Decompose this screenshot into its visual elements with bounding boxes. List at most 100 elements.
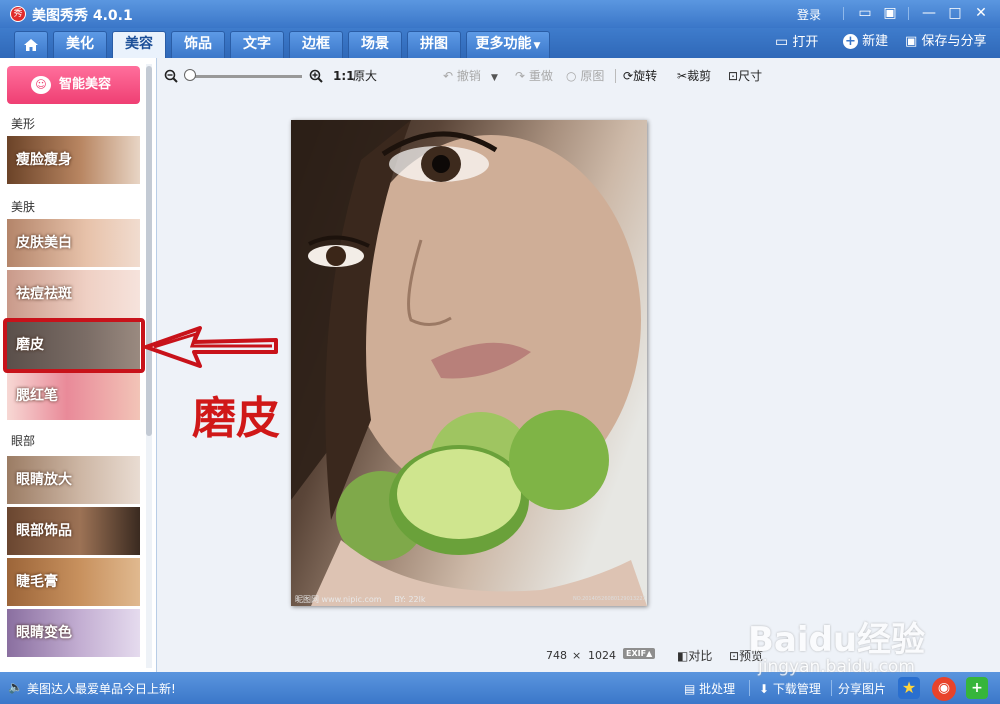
original-icon: ○ (566, 69, 577, 83)
tab-beauty[interactable]: 美容 (112, 31, 166, 58)
zoom-slider-track[interactable] (188, 75, 302, 78)
zoom-out-icon[interactable] (164, 69, 178, 86)
watermark-url: jingyan.baidu.com (758, 657, 915, 677)
undo-label: 撤销 (456, 69, 481, 83)
scrollbar-thumb[interactable] (146, 66, 152, 436)
tab-collage[interactable]: 拼图 (407, 31, 461, 58)
watermark-brand: Baidu经验 (748, 620, 926, 660)
maximize-icon[interactable]: □ (945, 4, 965, 22)
tool-skin-whitening[interactable]: 皮肤美白 (7, 219, 140, 267)
batch-label: 批处理 (699, 682, 736, 696)
original-size-button[interactable]: 原大 (353, 69, 377, 83)
rotate-icon: ⟳ (623, 69, 634, 83)
download-icon: ⬇ (759, 682, 770, 696)
news-marquee[interactable]: 美图达人最爱单品今日上新! (27, 680, 176, 697)
annotation-arrow (144, 326, 278, 368)
baidu-jingyan-watermark: Baidu经验 jingyan.baidu.com (748, 612, 925, 677)
save-disk-icon: ▣ (905, 34, 918, 49)
tab-more-features[interactable]: 更多功能 ▼ (466, 31, 550, 58)
highlight-box (3, 318, 145, 373)
plus-circle-icon: + (843, 34, 858, 49)
editing-canvas: 1:1 原大 ↶ 撤销 ▼ ↷ 重做 ○ 原图 ⟳旋转 ✂裁剪 ⊡尺寸 昵图网 … (157, 58, 1000, 672)
resize-button[interactable]: ⊡尺寸 (728, 69, 762, 83)
close-icon[interactable]: ✕ (971, 4, 991, 22)
share-image-label: 分享图片 (838, 682, 887, 696)
new-button[interactable]: + 新建 (843, 33, 888, 51)
main-tab-bar: 美化 美容 饰品 文字 边框 场景 拼图 更多功能 ▼ ▭ 打开 + 新建 ▣ 保… (0, 28, 1000, 58)
watermark-author: BY: 22lk (394, 595, 426, 604)
undo-icon: ↶ (443, 69, 454, 83)
divider (615, 69, 616, 83)
annotation-label: 磨皮 (192, 393, 280, 444)
scissors-icon: ✂ (677, 69, 688, 83)
size-label: 尺寸 (738, 69, 763, 83)
rotate-button[interactable]: ⟳旋转 (623, 69, 657, 83)
zoom-slider-knob[interactable] (184, 69, 196, 81)
original-label: 原图 (580, 69, 605, 83)
ratio-1-1-button[interactable]: 1:1 (333, 69, 355, 83)
rotate-label: 旋转 (633, 69, 658, 83)
tool-blush-pen[interactable]: 腮红笔 (7, 372, 140, 420)
image-width: 748 (546, 649, 567, 662)
undo-button[interactable]: ↶ 撤销 (443, 69, 481, 83)
divider (831, 680, 832, 696)
tab-scenes[interactable]: 场景 (348, 31, 402, 58)
tab-beautify[interactable]: 美化 (53, 31, 107, 58)
tab-more-label: 更多功能 (475, 36, 532, 52)
tab-home[interactable] (14, 31, 48, 58)
original-image-button[interactable]: ○ 原图 (566, 69, 604, 83)
redo-button[interactable]: ↷ 重做 (515, 69, 553, 83)
save-share-label: 保存与分享 (921, 34, 987, 49)
login-link[interactable]: 登录 (797, 6, 821, 23)
tool-slim-face[interactable]: 瘦脸瘦身 (7, 136, 140, 184)
watermark-site: 昵图网 www.nipic.com (295, 595, 382, 604)
compare-button[interactable]: ◧对比 (677, 647, 712, 664)
minimize-icon[interactable]: — (919, 4, 939, 22)
tool-eye-accessories[interactable]: 眼部饰品 (7, 507, 140, 555)
zoom-in-icon[interactable] (309, 69, 323, 86)
tool-mascara[interactable]: 睫毛膏 (7, 558, 140, 606)
home-icon (24, 39, 38, 51)
tab-accessories[interactable]: 饰品 (171, 31, 225, 58)
batch-process-button[interactable]: ▤ 批处理 (684, 680, 735, 697)
tab-frames[interactable]: 边框 (289, 31, 343, 58)
exif-button[interactable]: EXIF▲ (623, 648, 656, 659)
open-button[interactable]: ▭ 打开 (775, 33, 818, 52)
crop-button[interactable]: ✂裁剪 (677, 69, 711, 83)
photo-preview[interactable]: 昵图网 www.nipic.com BY: 22lk NO.2014052608… (291, 120, 647, 606)
photo-watermark-id: NO.20140526080129013227 (573, 596, 646, 602)
speaker-icon: 🔈 (8, 680, 23, 694)
save-share-button[interactable]: ▣ 保存与分享 (905, 33, 986, 51)
crop-label: 裁剪 (687, 69, 712, 83)
image-height: 1024 (588, 649, 616, 662)
more-share-plus-icon[interactable]: + (966, 677, 988, 699)
folder-icon: ▭ (775, 34, 789, 50)
feedback-icon[interactable]: ▭ (855, 4, 875, 22)
compare-icon: ◧ (677, 649, 689, 663)
portrait-photo-image (291, 120, 647, 606)
qzone-star-icon[interactable]: ★ (898, 677, 920, 699)
tool-eye-enlarge[interactable]: 眼睛放大 (7, 456, 140, 504)
photo-watermark: 昵图网 www.nipic.com BY: 22lk (295, 594, 425, 605)
weibo-icon[interactable]: ◉ (932, 677, 956, 701)
divider (749, 680, 750, 696)
tab-text[interactable]: 文字 (230, 31, 284, 58)
times-sign: × (572, 649, 582, 662)
tool-acne-removal[interactable]: 祛痘祛斑 (7, 270, 140, 318)
smart-beauty-button[interactable]: ☺ 智能美容 (7, 66, 140, 104)
redo-icon: ↷ (515, 69, 526, 83)
skin-icon[interactable]: ▣ (880, 4, 900, 22)
redo-label: 重做 (528, 69, 553, 83)
category-shape: 美形 (11, 117, 36, 131)
downloads-label: 下载管理 (772, 682, 821, 696)
batch-icon: ▤ (684, 682, 696, 696)
tool-eye-color[interactable]: 眼睛变色 (7, 609, 140, 657)
compare-label: 对比 (688, 649, 713, 663)
new-label: 新建 (862, 34, 889, 49)
divider (908, 7, 909, 20)
download-manager-button[interactable]: ⬇ 下载管理 (759, 680, 821, 697)
undo-dropdown-icon[interactable]: ▼ (491, 71, 498, 85)
smart-beauty-label: 智能美容 (59, 77, 112, 92)
smart-face-icon: ☺ (31, 76, 51, 94)
dropdown-arrow-icon: ▼ (533, 41, 541, 51)
